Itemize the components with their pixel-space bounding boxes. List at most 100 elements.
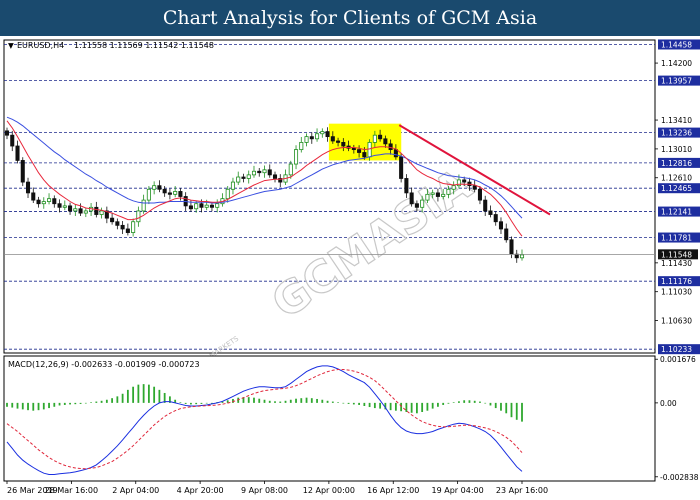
histogram-bar	[69, 402, 71, 405]
candle-body	[241, 176, 246, 179]
histogram-bar	[158, 389, 161, 403]
candle-body	[188, 205, 193, 210]
histogram-bar	[379, 402, 382, 409]
candle-body	[341, 142, 346, 147]
histogram-bar	[274, 401, 276, 403]
candle-body	[173, 191, 178, 195]
candle-body	[504, 228, 509, 241]
candle-body	[357, 149, 362, 153]
histogram-bar	[373, 402, 376, 409]
candle-body	[483, 199, 488, 212]
candle-body	[194, 203, 199, 210]
candle-body	[236, 176, 241, 183]
histogram-bar	[489, 402, 492, 406]
histogram-bar	[468, 400, 471, 403]
histogram-bar	[184, 402, 187, 404]
candle-body	[167, 192, 172, 195]
level-label: 1.12465	[661, 184, 692, 193]
candle-body	[20, 160, 25, 183]
time-tick-label: 16 Apr 12:00	[367, 486, 419, 495]
histogram-bar	[11, 402, 14, 408]
candle-body	[498, 221, 504, 230]
candle-body	[472, 185, 477, 190]
candle-body	[299, 142, 304, 151]
histogram-bar	[326, 400, 329, 403]
level-label: 1.11781	[661, 234, 692, 243]
price-tick-label: 1.11030	[661, 288, 692, 297]
histogram-bar	[363, 402, 366, 406]
histogram-bar	[321, 399, 324, 403]
candle-body	[230, 181, 235, 190]
candle-body	[372, 134, 377, 143]
candle-body	[94, 206, 99, 215]
banner-title: Chart Analysis for Clients of GCM Asia	[162, 7, 538, 29]
time-tick-label: 28 Mar 16:00	[45, 486, 98, 495]
candle-body	[288, 163, 293, 176]
histogram-bar	[84, 402, 87, 404]
macd-label: MACD(12,26,9) -0.002633 -0.001909 -0.000…	[8, 360, 200, 369]
candle-body	[52, 198, 57, 205]
candle-body	[31, 192, 36, 201]
candle-body	[120, 224, 125, 230]
histogram-bar	[53, 402, 56, 407]
candle-body	[41, 201, 46, 205]
histogram-bar	[310, 398, 313, 403]
histogram-bar	[205, 402, 208, 404]
histogram-bar	[27, 402, 29, 411]
symbol-label: EURUSD,H4	[17, 41, 64, 50]
histogram-bar	[200, 402, 203, 404]
candle-body	[493, 214, 498, 223]
candle-body	[509, 239, 514, 255]
candle-body	[262, 169, 267, 174]
candle-body	[320, 131, 325, 135]
last-price-value: 1.11548	[661, 250, 692, 259]
histogram-bar	[347, 402, 350, 404]
time-tick-label: 23 Apr 16:00	[496, 486, 548, 495]
candle-body	[414, 203, 419, 208]
candle-body	[178, 191, 183, 197]
histogram-bar	[521, 402, 523, 422]
price-tick-label: 1.10630	[661, 317, 692, 326]
candle-body	[62, 205, 67, 208]
candle-body	[451, 185, 456, 190]
histogram-bar	[121, 393, 124, 403]
histogram-bar	[505, 402, 508, 414]
candle-body	[215, 203, 220, 208]
histogram-bar	[300, 398, 303, 403]
candle-body	[409, 192, 414, 205]
candle-body	[362, 152, 367, 158]
histogram-bar	[153, 386, 156, 403]
level-label: 1.12816	[661, 159, 692, 168]
candle-body	[267, 169, 272, 176]
candle-body	[477, 188, 482, 201]
histogram-bar	[142, 384, 145, 403]
candle-body	[152, 185, 157, 190]
histogram-bar	[342, 402, 345, 404]
title-banner: Chart Analysis for Clients of GCM Asia	[0, 0, 700, 36]
histogram-bar	[79, 402, 82, 404]
candle-body	[115, 221, 120, 226]
candle-body	[304, 136, 309, 143]
candle-body	[131, 221, 136, 233]
histogram-bar	[284, 400, 287, 403]
candle-body	[336, 140, 341, 143]
histogram-bar	[316, 398, 318, 403]
histogram-bar	[473, 400, 476, 403]
histogram-bar	[21, 402, 24, 410]
histogram-bar	[305, 397, 308, 403]
histogram-bar	[484, 402, 487, 404]
candle-body	[141, 199, 146, 212]
macd-panel-frame	[3, 355, 656, 482]
macd-tick-label: 0.00	[660, 399, 677, 408]
macd-panel: MACD(12,26,9) -0.002633 -0.001909 -0.000…	[3, 355, 656, 482]
histogram-bar	[510, 402, 513, 418]
time-tick-label: 2 Apr 04:00	[112, 486, 159, 495]
macd-tick-label: 0.001676	[660, 355, 696, 364]
candle-body	[199, 203, 204, 208]
histogram-bar	[190, 402, 192, 405]
histogram-bar	[95, 401, 98, 403]
histogram-bar	[410, 402, 413, 413]
histogram-bar	[247, 397, 250, 403]
histogram-bar	[179, 402, 182, 403]
histogram-bar	[258, 398, 261, 403]
